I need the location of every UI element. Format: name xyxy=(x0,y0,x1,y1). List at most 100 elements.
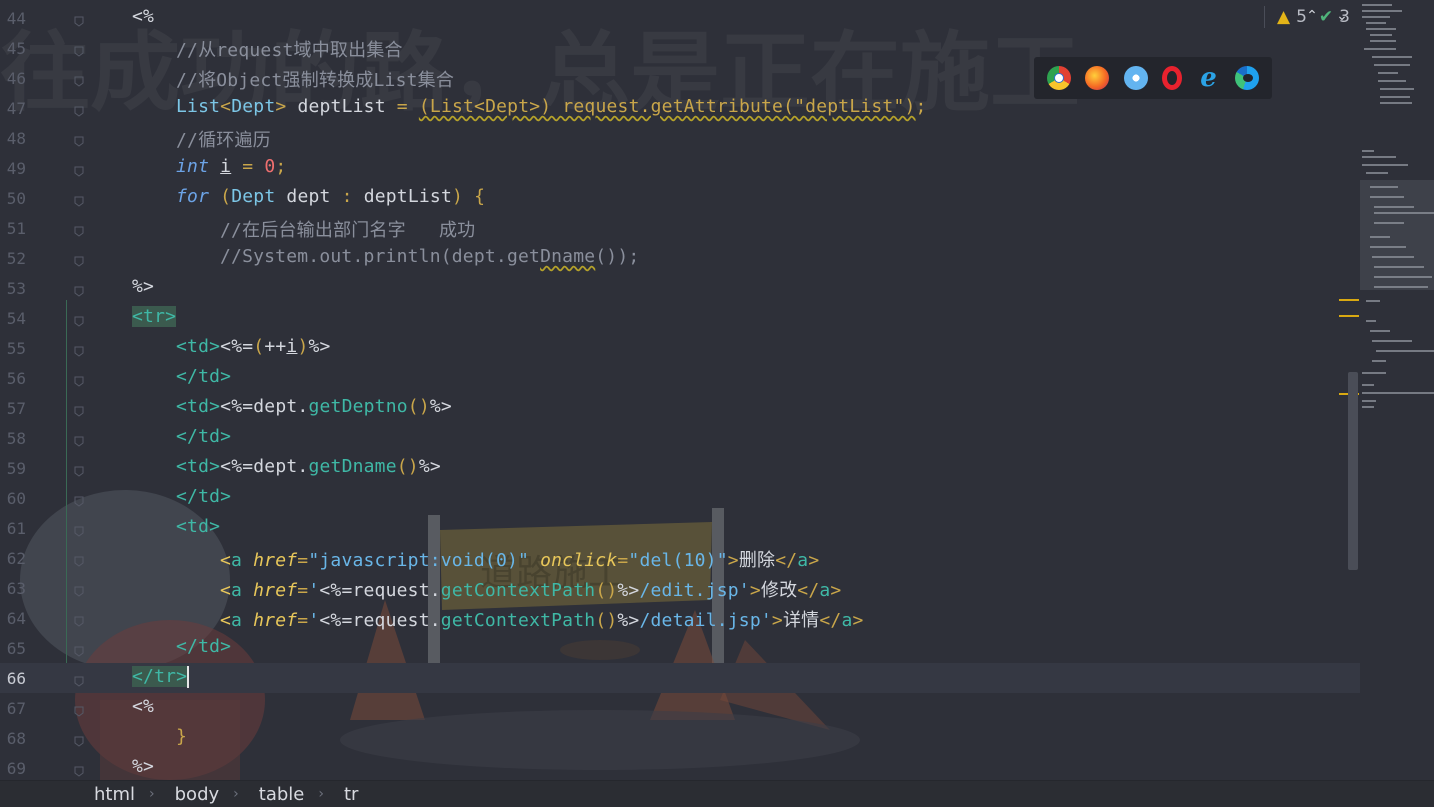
fold-marker-icon[interactable] xyxy=(74,492,84,507)
line-number[interactable]: 54 xyxy=(0,309,26,328)
chevron-up-icon[interactable]: ⌃ xyxy=(1302,8,1322,28)
fold-marker-icon[interactable] xyxy=(74,12,84,27)
line-number[interactable]: 66 xyxy=(0,669,26,688)
code-text[interactable]: } xyxy=(176,726,187,747)
code-text[interactable]: </tr> xyxy=(132,666,190,688)
fold-marker-icon[interactable] xyxy=(74,702,84,717)
code-line[interactable]: 62 <a href="javascript:void(0)" onclick="… xyxy=(0,543,1360,573)
fold-marker-icon[interactable] xyxy=(74,642,84,657)
code-line[interactable]: 65 </td> xyxy=(0,633,1360,663)
breadcrumb-item-tr[interactable]: tr xyxy=(324,784,358,805)
fold-marker-icon[interactable] xyxy=(74,672,84,687)
code-line[interactable]: 51 //在后台输出部门名字 成功 xyxy=(0,213,1360,243)
code-line[interactable]: 55 <td><%=(++i)%> xyxy=(0,333,1360,363)
edge-icon[interactable] xyxy=(1234,66,1259,90)
code-line[interactable]: 66 </tr> xyxy=(0,663,1360,693)
code-line[interactable]: 44 <% xyxy=(0,3,1360,33)
code-line[interactable]: 52 //System.out.println(dept.getDname()); xyxy=(0,243,1360,273)
fold-marker-icon[interactable] xyxy=(74,252,84,267)
safari-icon[interactable] xyxy=(1123,66,1148,90)
code-text[interactable]: for (Dept dept : deptList) { xyxy=(176,186,485,207)
line-number[interactable]: 68 xyxy=(0,729,26,748)
firefox-icon[interactable] xyxy=(1085,66,1110,90)
code-line[interactable]: 59 <td><%=dept.getDname()%> xyxy=(0,453,1360,483)
code-text[interactable]: </td> xyxy=(176,636,231,657)
code-text[interactable]: </td> xyxy=(176,366,231,387)
fold-marker-icon[interactable] xyxy=(74,432,84,447)
line-number[interactable]: 61 xyxy=(0,519,26,538)
warning-icon[interactable]: ▲ xyxy=(1277,7,1290,27)
line-number[interactable]: 47 xyxy=(0,99,26,118)
breadcrumb-item-body[interactable]: body xyxy=(155,784,220,805)
code-text[interactable]: //从request域中取出集合 xyxy=(176,36,403,62)
code-line[interactable]: 48 //循环遍历 xyxy=(0,123,1360,153)
code-line[interactable]: 56 </td> xyxy=(0,363,1360,393)
fold-marker-icon[interactable] xyxy=(74,282,84,297)
line-number[interactable]: 48 xyxy=(0,129,26,148)
line-number[interactable]: 49 xyxy=(0,159,26,178)
chevron-down-icon[interactable]: ⌄ xyxy=(1332,8,1352,28)
code-text[interactable]: List<Dept> deptList = (List<Dept>) reque… xyxy=(176,96,927,117)
code-text[interactable]: <a href="javascript:void(0)" onclick="de… xyxy=(220,546,819,572)
code-line[interactable]: 67 <% xyxy=(0,693,1360,723)
code-text[interactable]: <a href='<%=request.getContextPath()%>/d… xyxy=(220,606,864,632)
fold-marker-icon[interactable] xyxy=(74,42,84,57)
line-number[interactable]: 67 xyxy=(0,699,26,718)
line-number[interactable]: 69 xyxy=(0,759,26,778)
minimap[interactable] xyxy=(1360,0,1434,780)
line-number[interactable]: 51 xyxy=(0,219,26,238)
opera-icon[interactable] xyxy=(1162,66,1183,90)
line-number[interactable]: 45 xyxy=(0,39,26,58)
fold-marker-icon[interactable] xyxy=(74,372,84,387)
fold-marker-icon[interactable] xyxy=(74,522,84,537)
warning-marker[interactable] xyxy=(1339,315,1359,317)
line-number[interactable]: 44 xyxy=(0,9,26,28)
line-number[interactable]: 60 xyxy=(0,489,26,508)
code-line[interactable]: 58 </td> xyxy=(0,423,1360,453)
line-number[interactable]: 58 xyxy=(0,429,26,448)
code-line[interactable]: 50 for (Dept dept : deptList) { xyxy=(0,183,1360,213)
code-text[interactable]: //循环遍历 xyxy=(176,126,271,152)
code-line[interactable]: 61 <td> xyxy=(0,513,1360,543)
line-number[interactable]: 59 xyxy=(0,459,26,478)
line-number[interactable]: 53 xyxy=(0,279,26,298)
code-line[interactable]: 57 <td><%=dept.getDeptno()%> xyxy=(0,393,1360,423)
warning-marker[interactable] xyxy=(1339,299,1359,301)
fold-marker-icon[interactable] xyxy=(74,732,84,747)
fold-marker-icon[interactable] xyxy=(74,312,84,327)
code-line[interactable]: 69 %> xyxy=(0,753,1360,780)
line-number[interactable]: 65 xyxy=(0,639,26,658)
fold-marker-icon[interactable] xyxy=(74,162,84,177)
fold-marker-icon[interactable] xyxy=(74,552,84,567)
code-text[interactable]: //System.out.println(dept.getDname()); xyxy=(220,246,639,267)
vertical-scrollbar-thumb[interactable] xyxy=(1348,372,1358,570)
code-text[interactable]: <td><%=(++i)%> xyxy=(176,336,331,357)
code-text[interactable]: </td> xyxy=(176,486,231,507)
breadcrumb-item-html[interactable]: html xyxy=(0,784,135,805)
code-text[interactable]: <% xyxy=(132,6,154,27)
code-text[interactable]: int i = 0; xyxy=(176,156,286,177)
code-text[interactable]: %> xyxy=(132,276,154,297)
code-line[interactable]: 54 <tr> xyxy=(0,303,1360,333)
fold-marker-icon[interactable] xyxy=(74,762,84,777)
code-text[interactable]: <a href='<%=request.getContextPath()%>/e… xyxy=(220,576,841,602)
line-number[interactable]: 52 xyxy=(0,249,26,268)
line-number[interactable]: 50 xyxy=(0,189,26,208)
code-editor[interactable]: 往成功的路，总是正在施工 道路施工 44 <% 45//从request域中取出集合… xyxy=(0,0,1434,780)
code-text[interactable]: <td><%=dept.getDname()%> xyxy=(176,456,441,477)
code-line[interactable]: 49 int i = 0; xyxy=(0,153,1360,183)
fold-marker-icon[interactable] xyxy=(74,342,84,357)
line-number[interactable]: 64 xyxy=(0,609,26,628)
line-number[interactable]: 56 xyxy=(0,369,26,388)
fold-marker-icon[interactable] xyxy=(74,132,84,147)
chrome-icon[interactable] xyxy=(1047,66,1072,90)
fold-marker-icon[interactable] xyxy=(74,72,84,87)
line-number[interactable]: 63 xyxy=(0,579,26,598)
code-text[interactable]: //将Object强制转换成List集合 xyxy=(176,66,454,92)
fold-marker-icon[interactable] xyxy=(74,462,84,477)
fold-marker-icon[interactable] xyxy=(74,402,84,417)
line-number[interactable]: 62 xyxy=(0,549,26,568)
code-text[interactable]: <% xyxy=(132,696,154,717)
ie-icon[interactable]: e xyxy=(1196,65,1220,91)
code-line[interactable]: 53 %> xyxy=(0,273,1360,303)
